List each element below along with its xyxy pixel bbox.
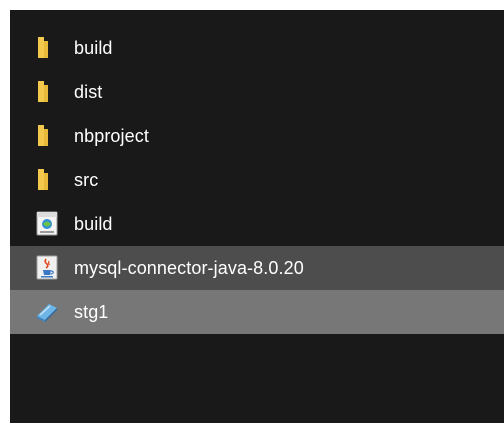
file-item-stg1[interactable]: stg1 <box>10 290 504 334</box>
file-name: nbproject <box>74 126 149 146</box>
file-name: dist <box>74 82 103 102</box>
file-item-mysql-connector-jar[interactable]: mysql-connector-java-8.0.20 <box>10 246 504 290</box>
folder-icon <box>34 166 60 194</box>
file-item-build-folder[interactable]: build <box>10 26 504 70</box>
file-item-dist-folder[interactable]: dist <box>10 70 504 114</box>
file-list: build dist nbproject src build mysql-con… <box>10 26 504 334</box>
folder-icon <box>34 122 60 150</box>
file-item-nbproject-folder[interactable]: nbproject <box>10 114 504 158</box>
file-name: build <box>74 214 113 234</box>
file-name: src <box>74 170 99 190</box>
folder-icon <box>34 78 60 106</box>
file-name: mysql-connector-java-8.0.20 <box>74 258 304 278</box>
file-item-src-folder[interactable]: src <box>10 158 504 202</box>
file-explorer-window: build dist nbproject src build mysql-con… <box>10 10 504 423</box>
file-name: build <box>74 38 113 58</box>
database-file-icon <box>34 298 60 326</box>
file-item-build-xml[interactable]: build <box>10 202 504 246</box>
java-jar-icon <box>34 254 60 282</box>
xml-file-icon <box>34 210 60 238</box>
file-name: stg1 <box>74 302 109 322</box>
folder-icon <box>34 34 60 62</box>
